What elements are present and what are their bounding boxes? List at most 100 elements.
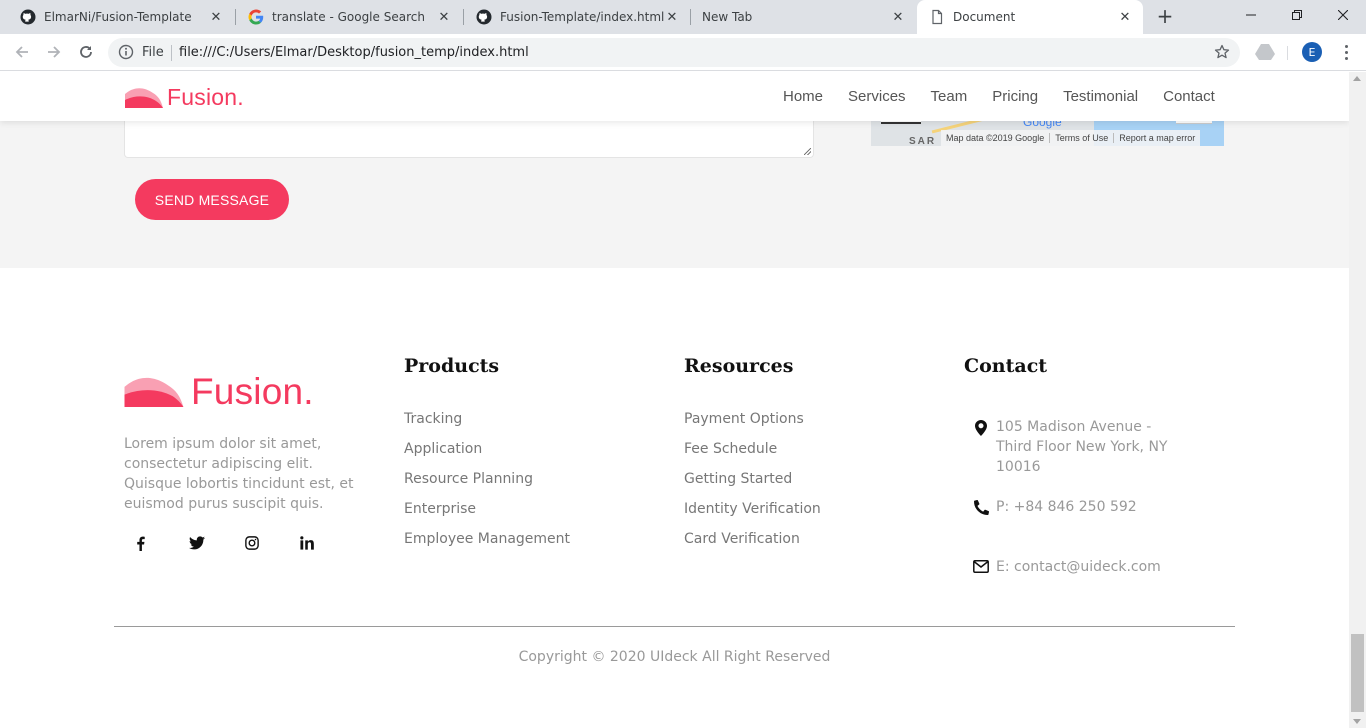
footer-link-tracking[interactable]: Tracking	[404, 411, 570, 441]
footer-link-resource-planning[interactable]: Resource Planning	[404, 471, 570, 501]
tab-title: ElmarNi/Fusion-Template	[44, 10, 192, 24]
star-icon[interactable]	[1214, 44, 1230, 60]
footer-link-employee-management[interactable]: Employee Management	[404, 531, 570, 561]
scrollbar-thumb[interactable]	[1351, 634, 1364, 712]
footer-link-card-verification[interactable]: Card Verification	[684, 531, 821, 561]
footer-link-fee-schedule[interactable]: Fee Schedule	[684, 441, 821, 471]
map-attribution: Map data ©2019 Google Terms of Use Repor…	[941, 130, 1201, 146]
envelope-icon	[973, 560, 989, 573]
tab-title: Document	[953, 10, 1016, 24]
footer-link-application[interactable]: Application	[404, 441, 570, 471]
page-scrollbar[interactable]	[1349, 72, 1366, 728]
footer-link-enterprise[interactable]: Enterprise	[404, 501, 570, 531]
url-scheme-label: File	[142, 45, 164, 60]
copyright-text: Copyright © 2020 UIdeck All Right Reserv…	[518, 649, 831, 665]
footer-logo[interactable]: Fusion.	[124, 371, 314, 412]
map-data-label: Map data ©2019 Google	[941, 133, 1051, 143]
browser-toolbar: File file:///C:/Users/Elmar/Desktop/fusi…	[0, 34, 1366, 71]
drive-extension-icon[interactable]	[1255, 43, 1275, 61]
scroll-up-arrow-icon[interactable]	[1353, 76, 1361, 81]
close-icon[interactable]: ✕	[208, 9, 224, 25]
address-text: 105 Madison Avenue - Third Floor New Yor…	[996, 419, 1168, 475]
footer-link-getting-started[interactable]: Getting Started	[684, 471, 821, 501]
browser-tab[interactable]: Fusion-Template/index.html at ✕	[464, 0, 690, 34]
browser-tab-strip: ElmarNi/Fusion-Template ✕ translate - Go…	[0, 0, 1366, 34]
instagram-icon	[245, 536, 259, 550]
minimize-icon	[1246, 14, 1256, 16]
minimize-button[interactable]	[1228, 0, 1274, 30]
close-icon	[1338, 10, 1348, 20]
arrow-left-icon	[15, 46, 28, 58]
scroll-down-arrow-icon[interactable]	[1353, 719, 1361, 724]
document-icon	[932, 9, 943, 25]
tab-title: translate - Google Search	[272, 10, 425, 24]
footer-link-payment-options[interactable]: Payment Options	[684, 411, 821, 441]
info-icon[interactable]	[118, 44, 134, 60]
google-icon	[248, 9, 264, 25]
phone-text[interactable]: P: +84 846 250 592	[996, 497, 1186, 517]
header-logo[interactable]: Fusion.	[125, 84, 244, 110]
tab-title: Fusion-Template/index.html at	[500, 10, 664, 24]
footer-divider	[114, 626, 1235, 627]
send-message-button[interactable]: SEND MESSAGE	[135, 179, 289, 220]
phone-icon	[973, 500, 989, 515]
contact-email: E: contact@uideck.com	[972, 557, 1186, 577]
contact-heading: Contact	[964, 355, 1048, 377]
close-icon[interactable]: ✕	[664, 9, 680, 25]
resize-grip-icon[interactable]	[804, 148, 811, 155]
back-button[interactable]	[10, 40, 34, 64]
toolbar-separator	[1287, 46, 1288, 60]
profile-avatar[interactable]: E	[1302, 42, 1322, 62]
linkedin-link[interactable]	[292, 531, 322, 555]
instagram-link[interactable]	[237, 531, 267, 555]
forward-button[interactable]	[42, 40, 66, 64]
logo-wave-icon	[124, 377, 184, 407]
close-icon[interactable]: ✕	[436, 9, 452, 25]
resources-heading: Resources	[684, 355, 794, 377]
browser-menu-icon[interactable]	[1336, 42, 1356, 62]
new-tab-button[interactable]: +	[1154, 4, 1176, 28]
map-report-link[interactable]: Report a map error	[1114, 133, 1200, 143]
logo-wave-icon	[125, 88, 163, 108]
nav-team[interactable]: Team	[931, 88, 968, 105]
reload-icon	[80, 46, 92, 58]
browser-tab[interactable]: New Tab ✕	[690, 0, 916, 34]
browser-tab[interactable]: translate - Google Search ✕	[236, 0, 462, 34]
twitter-link[interactable]	[182, 531, 212, 555]
close-window-button[interactable]	[1320, 0, 1366, 30]
nav-contact[interactable]: Contact	[1163, 88, 1215, 105]
map-embed[interactable]: Google SAR Map data ©2019 Google Terms o…	[871, 118, 1224, 146]
nav-pricing[interactable]: Pricing	[992, 88, 1038, 105]
address-bar[interactable]: File file:///C:/Users/Elmar/Desktop/fusi…	[108, 38, 1240, 67]
page-viewport: SEND MESSAGE Google SAR Map data ©2019 G…	[0, 72, 1349, 728]
resources-list: Payment Options Fee Schedule Getting Sta…	[684, 411, 821, 561]
nav-home[interactable]: Home	[783, 88, 823, 105]
github-icon	[20, 9, 36, 25]
contact-phone: P: +84 846 250 592	[972, 497, 1186, 517]
nav-services[interactable]: Services	[848, 88, 906, 105]
linkedin-icon	[300, 536, 314, 550]
nav-testimonial[interactable]: Testimonial	[1063, 88, 1138, 105]
restore-button[interactable]	[1274, 0, 1320, 30]
footer-description: Lorem ipsum dolor sit amet, consectetur …	[124, 436, 354, 512]
site-header: Fusion. Home Services Team Pricing Testi…	[0, 72, 1349, 121]
close-icon[interactable]: ✕	[1117, 9, 1133, 25]
close-icon[interactable]: ✕	[890, 9, 906, 25]
omnibox-divider	[171, 45, 172, 61]
browser-tab[interactable]: ElmarNi/Fusion-Template ✕	[8, 0, 234, 34]
map-terms-link[interactable]: Terms of Use	[1050, 133, 1115, 143]
url-text[interactable]: file:///C:/Users/Elmar/Desktop/fusion_te…	[179, 45, 529, 60]
products-list: Tracking Application Resource Planning E…	[404, 411, 570, 561]
logo-wordmark: Fusion.	[167, 84, 244, 110]
main-nav: Home Services Team Pricing Testimonial C…	[758, 72, 1215, 121]
email-text[interactable]: E: contact@uideck.com	[996, 557, 1186, 577]
logo-wordmark: Fusion.	[191, 371, 314, 412]
products-heading: Products	[404, 355, 500, 377]
restore-icon	[1292, 10, 1302, 20]
facebook-link[interactable]	[125, 531, 155, 555]
twitter-icon	[189, 536, 205, 550]
footer-link-identity-verification[interactable]: Identity Verification	[684, 501, 821, 531]
reload-button[interactable]	[74, 40, 98, 64]
browser-tab-active[interactable]: Document ✕	[917, 0, 1143, 34]
tab-title: New Tab	[702, 10, 753, 24]
